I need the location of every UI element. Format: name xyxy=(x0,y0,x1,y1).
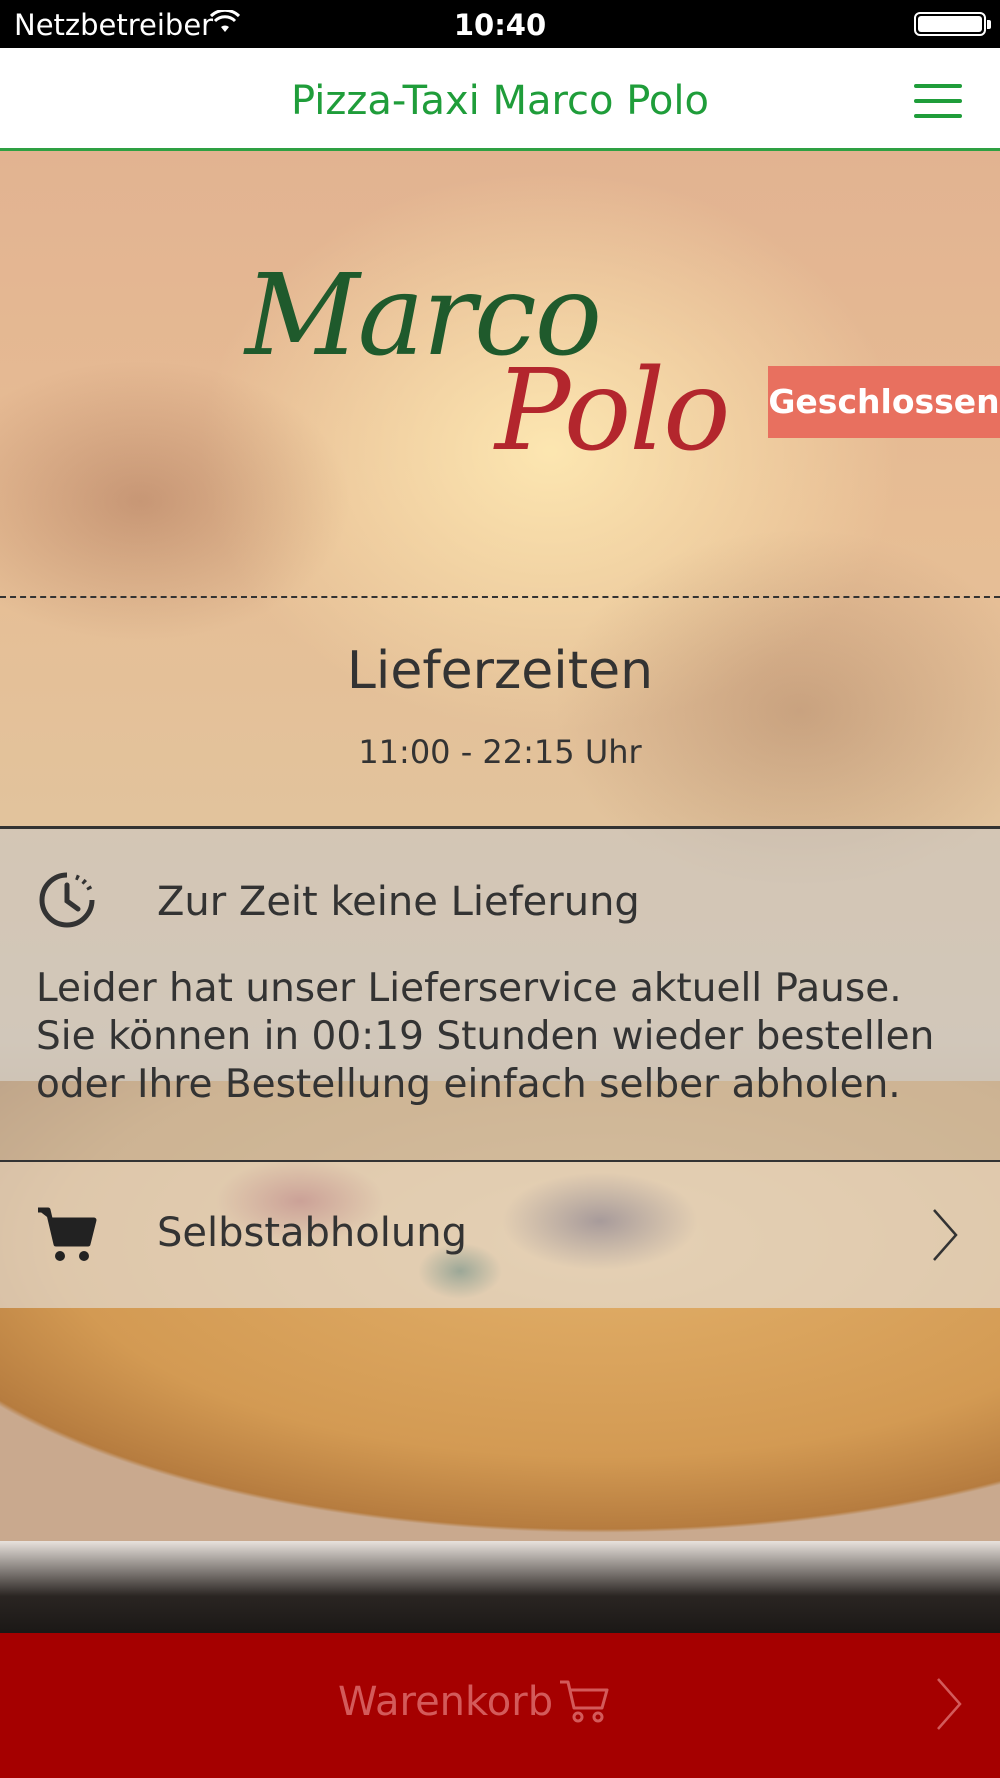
chevron-right-icon xyxy=(937,1678,962,1730)
hamburger-menu-icon[interactable] xyxy=(914,84,962,118)
cart-label: Warenkorb xyxy=(338,1679,554,1725)
battery-icon xyxy=(914,12,991,36)
delivery-status-text: Leider hat unser Lieferservice aktuell P… xyxy=(36,966,935,1107)
chevron-right-icon xyxy=(933,1209,958,1261)
hero-background: Marco Polo Geschlossen Lieferzeiten 11:0… xyxy=(0,151,1000,1633)
clock-icon xyxy=(39,872,95,928)
cart-button[interactable]: Warenkorb xyxy=(0,1633,1000,1778)
plate-edge xyxy=(0,1541,1000,1633)
pickup-option[interactable]: Selbstabholung xyxy=(0,1162,1000,1308)
status-badge: Geschlossen xyxy=(768,366,1000,438)
delivery-status-heading: Zur Zeit keine Lieferung xyxy=(157,879,640,925)
logo-polo: Polo xyxy=(495,346,730,476)
shopping-cart-icon xyxy=(560,1680,609,1723)
pickup-label: Selbstabholung xyxy=(157,1210,467,1256)
delivery-status-panel: Zur Zeit keine Lieferung Leider hat unse… xyxy=(0,826,1000,1162)
shopping-cart-icon xyxy=(38,1207,97,1261)
delivery-hours-value: 11:00 - 22:15 Uhr xyxy=(358,733,642,771)
navigation-bar: Pizza-Taxi Marco Polo xyxy=(0,48,1000,151)
dashed-divider xyxy=(0,596,1000,598)
status-bar: Netzbetreiber 10:40 xyxy=(0,0,1000,48)
delivery-hours-title: Lieferzeiten xyxy=(346,641,654,701)
clock-time: 10:40 xyxy=(453,8,547,42)
page-title: Pizza-Taxi Marco Polo xyxy=(291,78,709,124)
